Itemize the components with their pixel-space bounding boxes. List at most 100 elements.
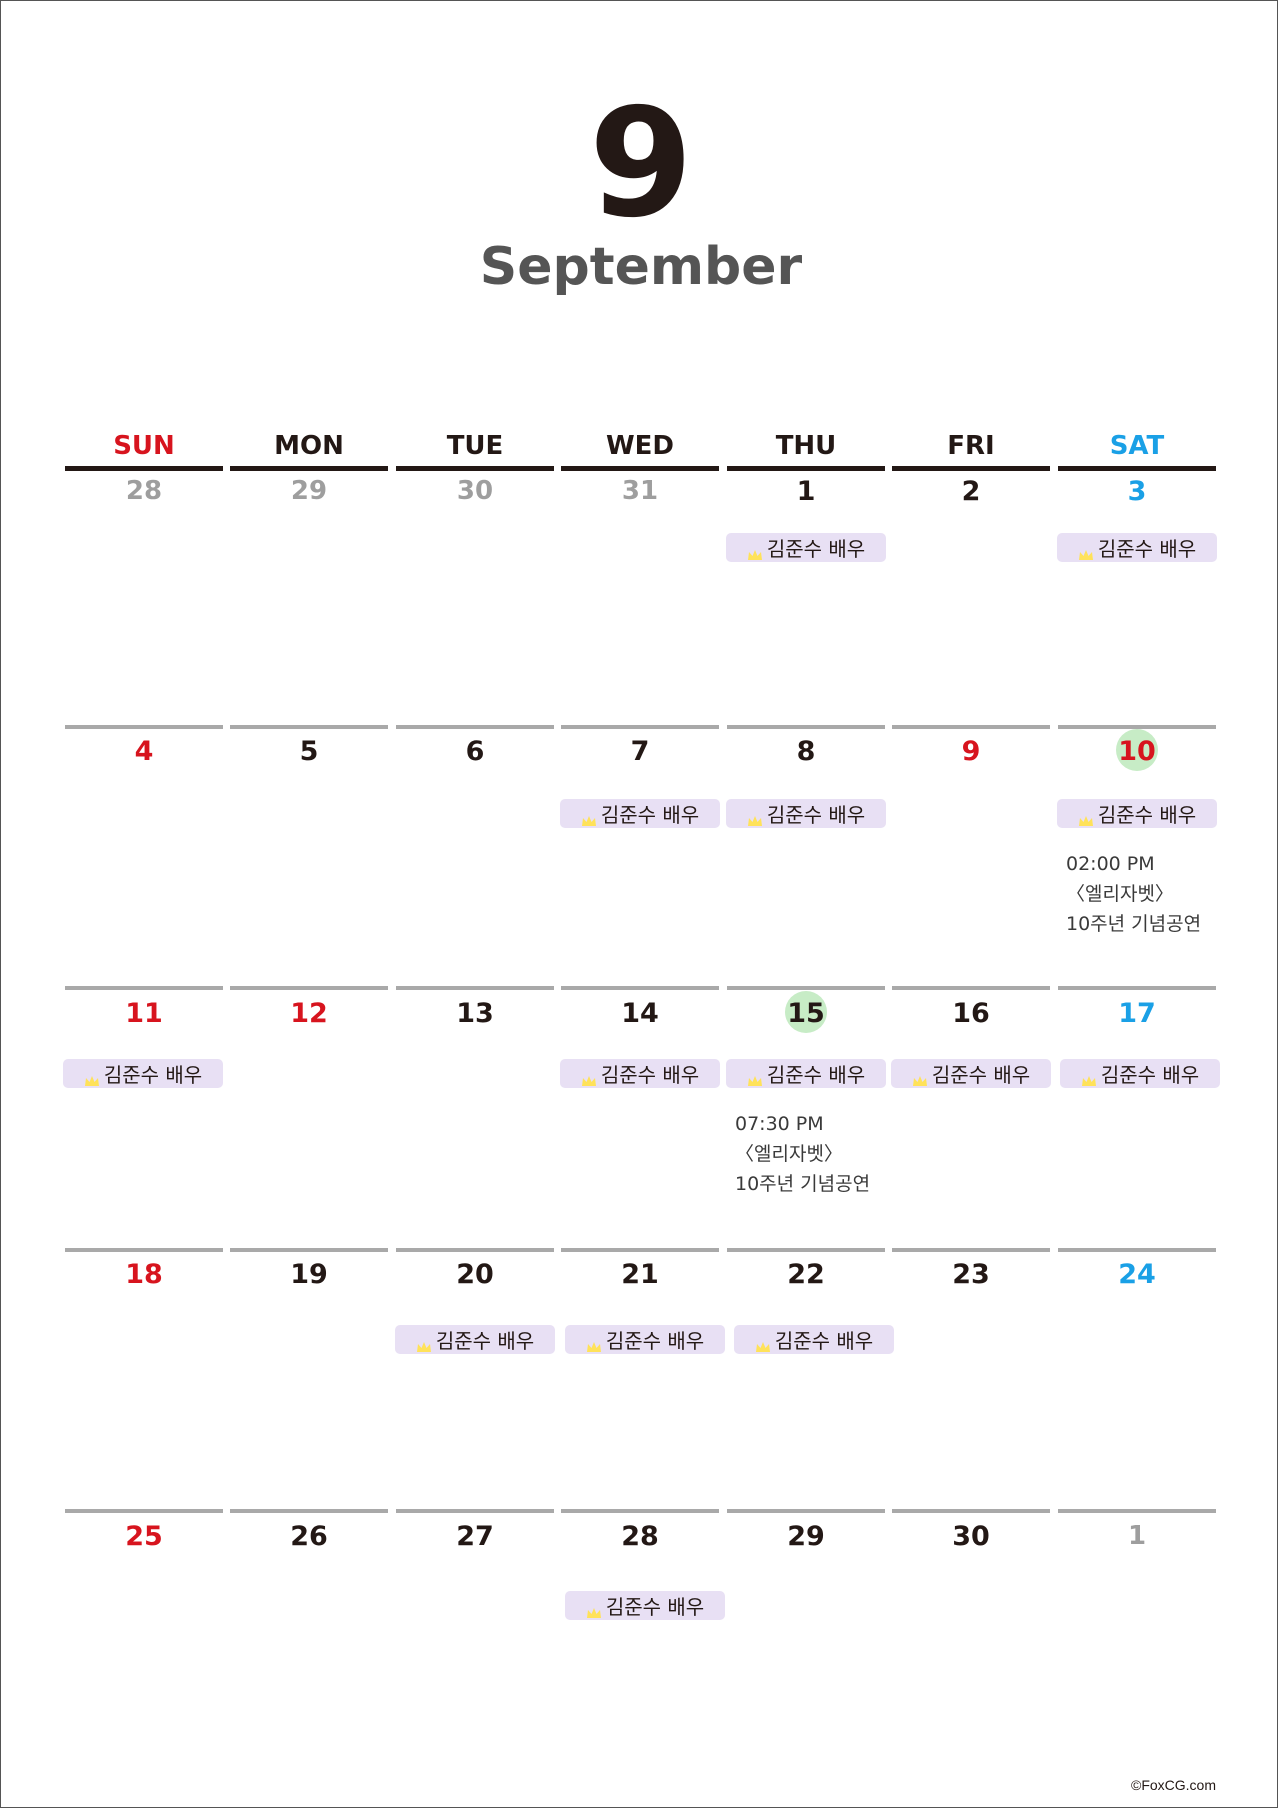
day-number[interactable]: 22 [727,1261,885,1288]
copyright: ©FoxCG.com [1131,1777,1216,1793]
weekday-tue: TUE [446,431,504,461]
day-number[interactable]: 8 [727,738,885,765]
day-number[interactable]: 23 [892,1261,1050,1288]
event-label: 김준수 배우 [1097,537,1197,561]
calendar-page: 9 September ©FoxCG.com SUN MON TUE WED THU FR… [0,0,1278,1808]
note-line: 07:30 PM [735,1113,824,1135]
event-badge[interactable]: 김준수 배우 [560,799,720,828]
week-divider [1058,1509,1216,1513]
day-number[interactable]: 16 [892,1000,1050,1027]
week-divider [727,725,885,729]
performance-note: 02:00 PM 〈엘리자벳〉 10주년 기념공연 [1066,849,1201,939]
event-badge[interactable]: 김준수 배우 [1057,533,1217,562]
day-number[interactable]: 5 [230,738,388,765]
day-number[interactable]: 3 [1058,478,1216,505]
crown-icon [586,1600,602,1618]
day-number[interactable]: 11 [65,1000,223,1027]
day-number[interactable]: 31 [561,478,719,504]
crown-icon [747,808,763,826]
event-label: 김준수 배우 [774,1329,874,1353]
crown-icon [581,808,597,826]
event-label: 김준수 배우 [600,1063,700,1087]
week-divider [65,725,223,729]
event-label: 김준수 배우 [605,1595,705,1619]
week-divider [230,986,388,990]
day-number[interactable]: 1 [727,478,885,505]
performance-note: 07:30 PM 〈엘리자벳〉 10주년 기념공연 [735,1109,870,1199]
event-label: 김준수 배우 [600,803,700,827]
day-number[interactable]: 30 [396,478,554,504]
header-divider [892,466,1050,471]
week-divider [65,986,223,990]
day-number[interactable]: 28 [65,478,223,504]
day-number[interactable]: 27 [396,1523,554,1550]
day-number[interactable]: 18 [65,1261,223,1288]
day-number[interactable]: 6 [396,738,554,765]
day-number[interactable]: 21 [561,1261,719,1288]
month-number: 9 [588,77,694,251]
event-badge[interactable]: 김준수 배우 [395,1325,555,1354]
crown-icon [581,1068,597,1086]
event-badge[interactable]: 김준수 배우 [1060,1059,1220,1088]
crown-icon [755,1334,771,1352]
week-divider [230,1248,388,1252]
month-name: September [479,237,803,297]
day-number[interactable]: 1 [1058,1523,1216,1549]
day-number[interactable]: 4 [65,738,223,765]
event-badge[interactable]: 김준수 배우 [726,799,886,828]
week-divider [396,1509,554,1513]
event-label: 김준수 배우 [766,803,866,827]
week-divider [396,986,554,990]
event-label: 김준수 배우 [605,1329,705,1353]
day-number[interactable]: 14 [561,1000,719,1027]
day-number[interactable]: 10 [1058,738,1216,765]
event-badge[interactable]: 김준수 배우 [734,1325,894,1354]
crown-icon [1078,808,1094,826]
day-number[interactable]: 26 [230,1523,388,1550]
event-label: 김준수 배우 [766,537,866,561]
week-divider [892,986,1050,990]
event-label: 김준수 배우 [435,1329,535,1353]
day-number[interactable]: 29 [230,478,388,504]
crown-icon [84,1068,100,1086]
day-number[interactable]: 9 [892,738,1050,765]
event-badge[interactable]: 김준수 배우 [1057,799,1217,828]
week-divider [561,1248,719,1252]
week-divider [892,725,1050,729]
event-badge[interactable]: 김준수 배우 [726,533,886,562]
crown-icon [1081,1068,1097,1086]
note-line: 10주년 기념공연 [735,1173,871,1195]
day-number[interactable]: 20 [396,1261,554,1288]
day-number[interactable]: 7 [561,738,719,765]
week-divider [727,986,885,990]
day-number[interactable]: 13 [396,1000,554,1027]
header-divider [561,466,719,471]
day-number[interactable]: 12 [230,1000,388,1027]
day-number[interactable]: 15 [727,1000,885,1027]
week-divider [727,1248,885,1252]
day-number[interactable]: 24 [1058,1261,1216,1288]
weekday-fri: FRI [947,431,995,461]
header-divider [727,466,885,471]
event-badge[interactable]: 김준수 배우 [565,1325,725,1354]
day-number[interactable]: 28 [561,1523,719,1550]
day-number[interactable]: 30 [892,1523,1050,1550]
event-badge[interactable]: 김준수 배우 [726,1059,886,1088]
event-badge[interactable]: 김준수 배우 [560,1059,720,1088]
note-line: 02:00 PM [1066,853,1155,875]
crown-icon [912,1068,928,1086]
event-badge[interactable]: 김준수 배우 [891,1059,1051,1088]
day-number[interactable]: 29 [727,1523,885,1550]
week-divider [396,1248,554,1252]
header-divider [1058,466,1216,471]
day-number[interactable]: 17 [1058,1000,1216,1027]
day-number[interactable]: 2 [892,478,1050,505]
weekday-wed: WED [605,431,675,461]
week-divider [65,1509,223,1513]
event-badge[interactable]: 김준수 배우 [63,1059,223,1088]
week-divider [727,1509,885,1513]
day-number[interactable]: 19 [230,1261,388,1288]
day-number[interactable]: 25 [65,1523,223,1550]
event-badge[interactable]: 김준수 배우 [565,1591,725,1620]
header-divider [396,466,554,471]
